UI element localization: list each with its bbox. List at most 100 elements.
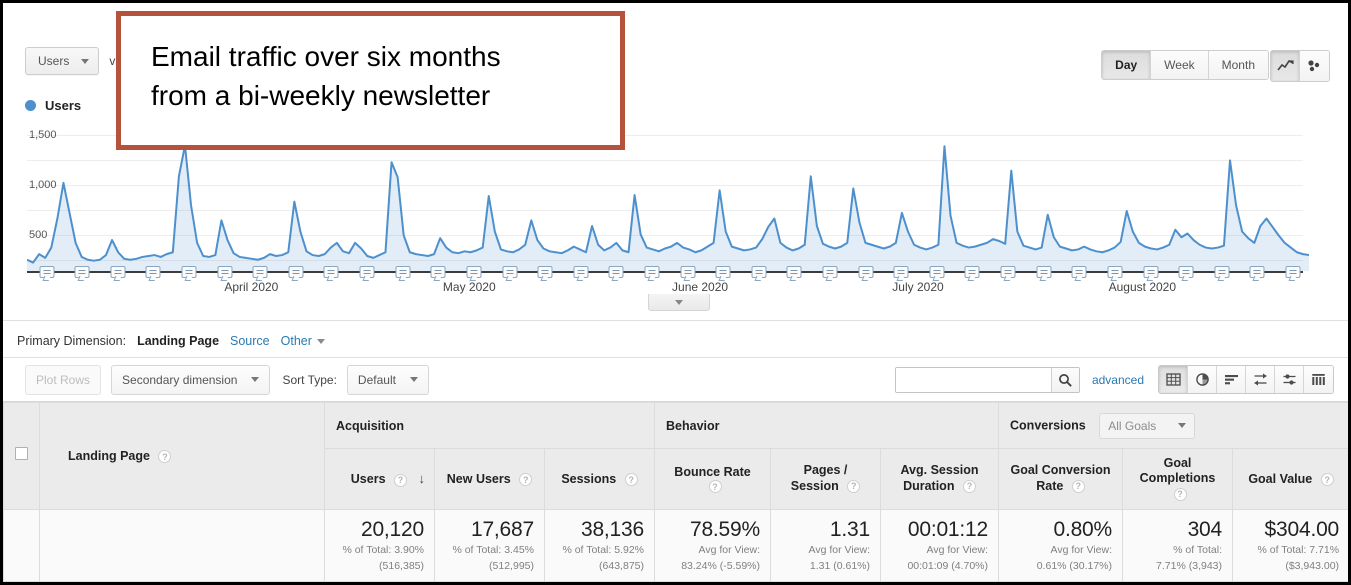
annotation-marker[interactable] [573,266,589,278]
annotation-marker[interactable] [644,266,660,278]
secondary-dimension-dropdown[interactable]: Secondary dimension [111,364,271,395]
column-header-goal-completions[interactable]: Goal Completions ? [1122,448,1234,510]
help-icon[interactable]: ? [1320,473,1334,487]
annotation-marker[interactable] [1071,266,1087,278]
annotation-marker[interactable] [288,266,304,278]
help-icon[interactable]: ? [708,480,722,494]
pivot-view-icon[interactable] [1304,366,1333,393]
column-header-users[interactable]: Users ? ↓ [324,448,435,510]
granularity-month-button[interactable]: Month [1208,51,1268,79]
annotation-marker[interactable] [39,266,55,278]
search-icon[interactable] [1050,367,1079,392]
summary-cell-users: 20,120 % of Total: 3.90% (516,385) [324,509,435,582]
plot-rows-button[interactable]: Plot Rows [25,364,102,395]
x-axis-label: April 2020 [224,280,279,294]
primary-dimension-landing-page[interactable]: Landing Page [137,334,219,348]
help-icon[interactable]: ? [1173,488,1187,502]
annotation-marker[interactable] [430,266,446,278]
annotation-marker[interactable] [145,266,161,278]
annotation-marker[interactable] [715,266,731,278]
sort-type-dropdown[interactable]: Default [346,364,429,395]
annotation-marker[interactable] [1285,266,1301,278]
annotation-marker[interactable] [964,266,980,278]
annotation-marker[interactable] [252,266,268,278]
annotation-marker[interactable] [502,266,518,278]
summary-bounce-rate-sub2: 83.24% (-5.59%) [681,560,760,573]
summary-new-users-sub1: % of Total: 3.45% [452,544,534,557]
annotation-marker[interactable] [1000,266,1016,278]
advanced-filter-link[interactable]: advanced [1092,373,1144,387]
summary-new-users-value: 17,687 [470,518,534,541]
annotation-marker[interactable] [1143,266,1159,278]
annotation-marker[interactable] [786,266,802,278]
help-icon[interactable]: ? [519,473,533,487]
summary-cell-sessions: 38,136 % of Total: 5.92% (643,875) [544,509,655,582]
column-header-goal-conversion-rate[interactable]: Goal Conversion Rate ? [998,448,1124,510]
search-input[interactable] [895,367,1051,392]
table-view-icon[interactable] [1159,366,1188,393]
annotation-marker[interactable] [217,266,233,278]
column-header-new-users[interactable]: New Users ? [434,448,545,510]
annotation-marker[interactable] [181,266,197,278]
column-header-avg-session-duration[interactable]: Avg. Session Duration ? [879,448,1000,510]
summary-users-sub1: % of Total: 3.90% [342,544,424,557]
annotation-marker[interactable] [1107,266,1123,278]
summary-cell-goal-conversion-rate: 0.80% Avg for View: 0.61% (30.17%) [998,509,1124,582]
summary-avg-session-duration-value: 00:01:12 [907,518,989,541]
sort-type-value: Default [357,372,396,387]
annotation-marker[interactable] [110,266,126,278]
annotation-marker[interactable] [893,266,909,278]
bar-view-icon[interactable] [1217,366,1246,393]
annotation-marker[interactable] [537,266,553,278]
primary-dimension-source[interactable]: Source [230,334,270,348]
scatter-chart-icon[interactable] [1300,51,1329,81]
chevron-down-icon [81,58,90,64]
annotation-marker[interactable] [1214,266,1230,278]
summary-dimension-cell [39,509,325,582]
select-all-checkbox-cell [3,402,40,510]
annotation-marker[interactable] [680,266,696,278]
annotation-marker[interactable] [1178,266,1194,278]
annotation-marker[interactable] [359,266,375,278]
annotation-marker[interactable] [822,266,838,278]
comparison-view-icon[interactable] [1275,366,1304,393]
column-header-goal-value[interactable]: Goal Value ? [1232,448,1348,510]
annotation-marker[interactable] [751,266,767,278]
column-header-pages-per-session-label: Pages / Session [790,463,848,493]
column-header-bounce-rate[interactable]: Bounce Rate ? [654,448,771,510]
plot-rows-label: Plot Rows [36,372,91,387]
annotation-marker[interactable] [323,266,339,278]
all-goals-dropdown[interactable]: All Goals [1099,412,1196,439]
pie-view-icon[interactable] [1188,366,1217,393]
help-icon[interactable]: ? [962,480,976,494]
column-header-pages-per-session[interactable]: Pages / Session ? [770,448,881,510]
help-icon[interactable]: ? [624,473,638,487]
metric-selector-dropdown[interactable]: Users [25,47,100,75]
help-icon[interactable]: ? [847,480,861,494]
help-icon[interactable]: ? [394,473,408,487]
help-icon[interactable]: ? [1071,480,1085,494]
annotation-marker[interactable] [74,266,90,278]
summary-goal-conversion-rate-sub1: Avg for View: [1050,544,1113,557]
annotation-marker[interactable] [395,266,411,278]
annotation-marker[interactable] [1249,266,1265,278]
annotation-marker[interactable] [858,266,874,278]
annotation-marker[interactable] [929,266,945,278]
help-icon[interactable]: ? [158,450,172,464]
annotation-marker[interactable] [1036,266,1052,278]
chart-collapse-toggle[interactable] [648,294,710,311]
granularity-day-button[interactable]: Day [1102,51,1152,79]
performance-view-icon[interactable] [1246,366,1275,393]
select-all-checkbox[interactable] [15,447,28,460]
landing-page-column-header[interactable]: Landing Page ? [39,402,325,510]
primary-dimension-other[interactable]: Other [281,334,325,348]
annotation-marker[interactable] [608,266,624,278]
annotation-marker[interactable] [466,266,482,278]
chart-legend: Users [25,98,81,113]
granularity-week-button[interactable]: Week [1151,51,1209,79]
line-chart-icon[interactable] [1271,51,1300,81]
summary-users-sub2: (516,385) [379,560,424,573]
column-header-sessions[interactable]: Sessions ? [544,448,655,510]
chevron-down-icon [251,377,260,382]
column-header-goal-value-label: Goal Value [1248,471,1313,486]
